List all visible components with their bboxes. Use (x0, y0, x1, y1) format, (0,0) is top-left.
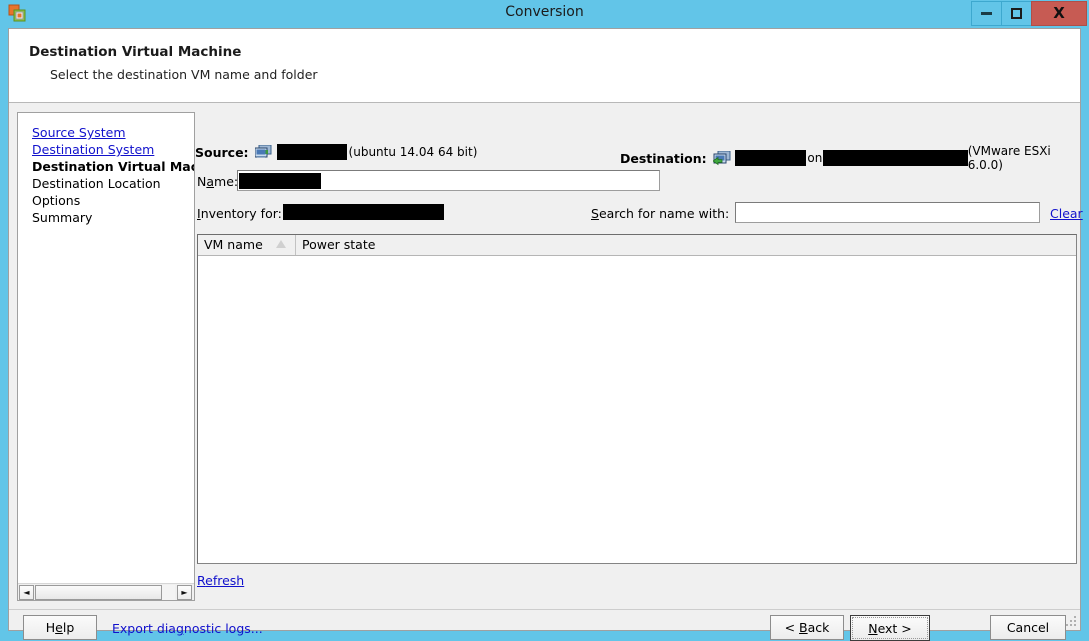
column-header-vm-name[interactable]: VM name (198, 235, 296, 255)
column-header-label: VM name (204, 237, 263, 252)
minimize-button[interactable] (971, 1, 1002, 26)
sidebar-item-label: Summary (32, 210, 93, 225)
page-subtitle: Select the destination VM name and folde… (50, 67, 318, 82)
inventory-label: Inventory for: (197, 206, 282, 221)
refresh-link[interactable]: Refresh (197, 573, 244, 588)
sidebar-item-label[interactable]: Source System (32, 125, 126, 140)
cancel-button-label: Cancel (1006, 620, 1050, 635)
back-button[interactable]: < Back (770, 615, 844, 640)
wizard-steps-list: Source System Destination System Destina… (32, 124, 195, 226)
back-button-label: < Back (784, 620, 830, 635)
column-header-power-state[interactable]: Power state (296, 235, 1056, 255)
sidebar-item-options[interactable]: Options (32, 192, 194, 209)
title-bar: Conversion X (0, 0, 1089, 28)
sidebar-item-summary[interactable]: Summary (32, 209, 194, 226)
destination-vm-redaction (734, 150, 807, 166)
help-button-label: Help (45, 620, 75, 635)
source-destination-row: Source: (ubuntu 14.04 64 bit) Destinatio… (195, 144, 1080, 172)
window-title: Conversion (505, 4, 584, 20)
inventory-search-row: Inventory for: Search for name with: Cle… (195, 202, 1083, 224)
search-label: Search for name with: (591, 206, 730, 221)
dialog-client-area: Destination Virtual Machine Select the d… (8, 28, 1083, 641)
column-header-label: Power state (302, 237, 376, 252)
next-button-label: Next > (868, 620, 912, 636)
vm-name-value-redaction (239, 173, 321, 189)
sidebar-item-destination-location[interactable]: Destination Location (32, 175, 194, 192)
sort-ascending-icon (276, 240, 286, 248)
clear-search-link[interactable]: Clear (1050, 206, 1083, 221)
resize-grip-icon[interactable] (1064, 614, 1078, 628)
source-computer-icon (254, 144, 272, 160)
maximize-icon (1011, 8, 1022, 19)
source-name-redaction (276, 144, 347, 160)
cancel-button[interactable]: Cancel (990, 615, 1066, 640)
chevron-right-icon: ► (181, 588, 188, 597)
inventory-value-redaction (283, 204, 444, 220)
vm-list-header: VM name Power state (198, 235, 1076, 256)
vm-list[interactable]: VM name Power state (197, 234, 1077, 564)
next-button[interactable]: Next > (850, 615, 930, 641)
source-summary: Source: (ubuntu 14.04 64 bit) (195, 144, 477, 160)
maximize-button[interactable] (1001, 1, 1032, 26)
main-panel: Source: (ubuntu 14.04 64 bit) Destinatio… (195, 112, 1083, 601)
sidebar-item-source-system[interactable]: Source System (32, 124, 194, 141)
search-input[interactable] (736, 203, 1039, 222)
destination-host-icon (711, 150, 731, 166)
scroll-left-button[interactable]: ◄ (19, 585, 34, 600)
page-header: Destination Virtual Machine Select the d… (9, 29, 1080, 103)
sidebar-item-destination-system[interactable]: Destination System (32, 141, 194, 158)
destination-label: Destination: (620, 150, 707, 166)
minimize-icon (981, 12, 992, 15)
sidebar-item-label[interactable]: Destination System (32, 142, 154, 157)
vm-name-input[interactable] (237, 170, 660, 191)
search-input-wrapper[interactable] (735, 202, 1040, 223)
wizard-steps-sidebar: Source System Destination System Destina… (17, 112, 195, 601)
scrollbar-track[interactable] (35, 585, 175, 600)
scroll-right-button[interactable]: ► (177, 585, 192, 600)
chevron-left-icon: ◄ (23, 588, 30, 597)
destination-host-redaction (823, 150, 968, 166)
help-button[interactable]: Help (23, 615, 97, 640)
sidebar-horizontal-scrollbar[interactable]: ◄ ► (18, 583, 194, 600)
source-label: Source: (195, 144, 249, 160)
export-diagnostic-logs-link[interactable]: Export diagnostic logs... (112, 621, 263, 636)
destination-product-text: (VMware ESXi 6.0.0) (967, 144, 1051, 172)
sidebar-item-label: Options (32, 193, 81, 208)
dialog-footer: Help Export diagnostic logs... < Back Ne… (9, 610, 1080, 641)
sidebar-item-destination-virtual-machine[interactable]: Destination Virtual Machi (32, 158, 195, 175)
destination-summary: Destination: on (VMware ESXi 6.0.0) (620, 144, 1080, 172)
close-button[interactable]: X (1031, 1, 1087, 26)
destination-connector-text: on (807, 151, 823, 165)
sidebar-item-label: Destination Location (32, 176, 161, 191)
sidebar-item-label: Destination Virtual Machi (32, 159, 195, 174)
source-os-text: (ubuntu 14.04 64 bit) (348, 145, 478, 159)
page-title: Destination Virtual Machine (29, 44, 242, 60)
vm-name-label: Name: (197, 174, 239, 189)
close-icon: X (1053, 4, 1065, 22)
scrollbar-thumb[interactable] (35, 585, 162, 600)
vm-name-row: Name: (195, 170, 1080, 192)
window-controls: X (971, 1, 1087, 26)
